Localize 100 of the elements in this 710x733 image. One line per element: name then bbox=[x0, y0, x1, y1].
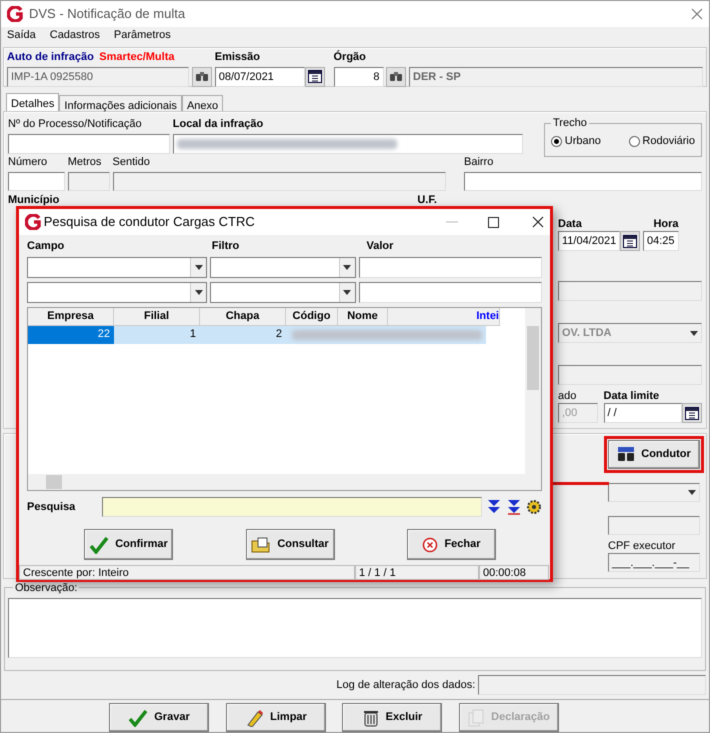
table-row[interactable]: 22 1 2 bbox=[28, 326, 486, 344]
column-header[interactable]: Nome bbox=[338, 308, 388, 326]
check-icon bbox=[128, 708, 148, 726]
lookup-button[interactable] bbox=[192, 66, 212, 87]
field-label: Bairro bbox=[464, 155, 494, 169]
status-text: 1 / 1 / 1 bbox=[355, 565, 479, 580]
dropdown-arrow-icon bbox=[194, 290, 202, 295]
local-field[interactable] bbox=[172, 134, 523, 154]
check-icon bbox=[89, 536, 110, 554]
value-field[interactable] bbox=[358, 282, 542, 303]
table-cell: 1 bbox=[114, 326, 200, 344]
tab[interactable]: Detalhes bbox=[6, 93, 60, 111]
expand-icon[interactable] bbox=[506, 499, 520, 515]
table-cell: 22 bbox=[28, 326, 114, 344]
field-label: Sentido bbox=[112, 155, 151, 169]
field-label: Hora bbox=[652, 217, 679, 231]
filter-dropdown[interactable] bbox=[210, 282, 356, 303]
menu-item[interactable]: Parâmetros bbox=[114, 27, 171, 45]
app-logo-icon[interactable] bbox=[25, 214, 41, 230]
column-header[interactable]: Código bbox=[286, 308, 338, 326]
calendar-icon bbox=[623, 234, 638, 248]
field-label: Auto de infração bbox=[7, 50, 94, 64]
action-button: Declaração bbox=[458, 703, 558, 732]
close-circle-icon bbox=[422, 536, 438, 552]
filter-dropdown[interactable] bbox=[27, 257, 207, 278]
orgao-name-field: DER - SP bbox=[409, 66, 703, 87]
auto-field[interactable]: IMP-1A 0925580 bbox=[7, 66, 190, 87]
dropdown-arrow-icon bbox=[343, 265, 352, 270]
radio-label: Urbano bbox=[564, 134, 601, 148]
tab[interactable]: Informações adicionais bbox=[59, 95, 182, 111]
field-label: Local da infração bbox=[172, 117, 264, 131]
date-field[interactable]: 08/07/2021 bbox=[214, 66, 305, 87]
field-label: Nº do Processo/Notificação bbox=[8, 117, 143, 131]
radio-button[interactable] bbox=[628, 136, 640, 146]
field-label: Metros bbox=[68, 155, 102, 169]
maximize-icon[interactable] bbox=[488, 216, 498, 228]
calendar-icon bbox=[308, 70, 322, 84]
field-label: Data bbox=[558, 217, 583, 231]
column-header[interactable]: Chapa bbox=[200, 308, 286, 326]
status-text: Crescente por: Inteiro bbox=[19, 565, 355, 580]
radio-button[interactable] bbox=[551, 136, 562, 146]
field-label: CPF executor bbox=[608, 538, 676, 553]
field-label: Campo bbox=[27, 239, 66, 253]
close-icon[interactable] bbox=[532, 216, 544, 228]
filter-dropdown[interactable] bbox=[27, 282, 207, 303]
folder-icon bbox=[251, 536, 272, 552]
app-logo-icon bbox=[7, 6, 23, 22]
status-text: 00:00:08 bbox=[479, 565, 549, 580]
field-label: Órgão bbox=[334, 50, 367, 64]
calendar-button[interactable] bbox=[682, 403, 702, 423]
observation-field[interactable] bbox=[8, 598, 702, 658]
field-label: Pesquisa bbox=[27, 500, 76, 514]
action-button[interactable]: Limpar bbox=[226, 703, 326, 732]
document-icon bbox=[467, 708, 486, 726]
expand-all-icon[interactable] bbox=[487, 499, 501, 515]
tab[interactable]: Anexo bbox=[182, 95, 224, 111]
system-label: Smartec/Multa bbox=[99, 50, 174, 64]
field-label: ado bbox=[558, 389, 578, 403]
numero-field[interactable] bbox=[8, 172, 65, 191]
field-label: Data limite bbox=[604, 389, 660, 403]
action-button[interactable]: Excluir bbox=[342, 703, 442, 732]
cpf-field[interactable]: ___.___.___-__ bbox=[608, 552, 700, 572]
radio-label: Rodoviário bbox=[642, 134, 695, 148]
bairro-field[interactable] bbox=[464, 172, 702, 191]
dialog-button[interactable]: Fechar bbox=[407, 529, 496, 560]
field-label: Número bbox=[8, 155, 48, 169]
group-title: Observação: bbox=[13, 581, 80, 595]
column-header[interactable]: Filial bbox=[114, 308, 200, 326]
dialog-button[interactable]: Confirmar bbox=[84, 529, 173, 560]
column-header[interactable]: Intei bbox=[388, 308, 500, 326]
vertical-scrollbar[interactable] bbox=[525, 308, 541, 474]
time-field[interactable]: 04:25 bbox=[643, 231, 679, 251]
table-cell: 2 bbox=[200, 326, 286, 344]
calendar-button[interactable] bbox=[620, 231, 640, 251]
menu-item[interactable]: Cadastros bbox=[50, 27, 100, 45]
field-label: Filtro bbox=[212, 239, 240, 253]
lookup-button[interactable] bbox=[386, 66, 406, 87]
dropdown-arrow-icon bbox=[194, 265, 202, 270]
date-field[interactable]: 11/04/2021 bbox=[558, 231, 620, 251]
processo-field[interactable] bbox=[8, 134, 170, 154]
dropdown-arrow-icon bbox=[688, 490, 696, 495]
trash-icon bbox=[362, 708, 380, 726]
menu-item[interactable]: Saída bbox=[7, 27, 36, 45]
dialog-button[interactable]: Consultar bbox=[246, 529, 334, 560]
dropdown[interactable] bbox=[608, 482, 700, 502]
field-label: Município bbox=[8, 193, 60, 207]
action-button[interactable]: Gravar bbox=[109, 703, 209, 732]
horizontal-scrollbar[interactable] bbox=[28, 474, 541, 490]
calendar-icon bbox=[685, 406, 699, 420]
gear-icon[interactable] bbox=[526, 499, 542, 515]
date-field[interactable]: / / bbox=[604, 403, 682, 423]
calendar-button[interactable] bbox=[304, 66, 325, 87]
column-header[interactable]: Empresa bbox=[28, 308, 114, 326]
field-label: Emissão bbox=[214, 50, 261, 64]
orgao-field[interactable]: 8 bbox=[334, 66, 384, 87]
search-field[interactable] bbox=[102, 497, 482, 517]
filter-dropdown[interactable] bbox=[210, 257, 356, 278]
amount-field: ,00 bbox=[558, 403, 598, 423]
metros-field bbox=[68, 172, 110, 191]
value-field[interactable] bbox=[358, 257, 542, 278]
